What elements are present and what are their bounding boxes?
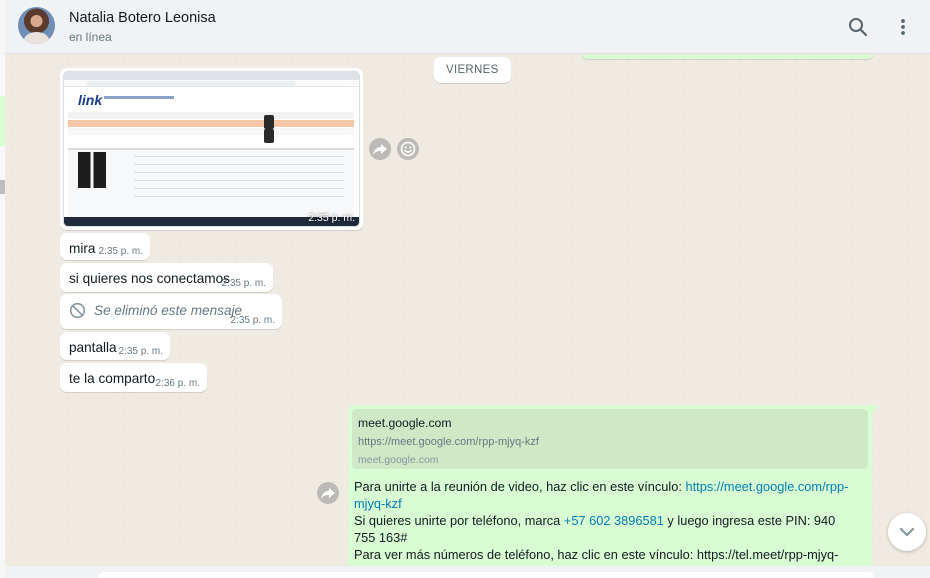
deleted-message[interactable]: Se eliminó este mensaje 2:35 p. m.: [60, 294, 282, 329]
image-thumb: [264, 115, 274, 129]
image-message-time: 2:35 p. m.: [308, 212, 355, 224]
message-time: 2:35 p. m.: [230, 315, 275, 326]
message-input[interactable]: [98, 572, 874, 578]
message-time: 2:36 p. m.: [155, 378, 200, 389]
forward-button[interactable]: [369, 138, 391, 160]
message-time: 2:35 p. m.: [221, 278, 266, 289]
scroll-to-bottom-button[interactable]: [888, 513, 926, 551]
previous-outgoing-bubble: [581, 55, 874, 59]
message-text: te la comparto: [69, 371, 156, 386]
blocked-icon: [69, 302, 86, 319]
contact-name[interactable]: Natalia Botero Leonisa: [69, 10, 216, 26]
image-form-lines: [134, 156, 344, 204]
browser-urlbar: [86, 81, 296, 86]
link-preview-title: meet.google.com: [358, 416, 452, 430]
search-icon[interactable]: [846, 15, 870, 39]
image-message[interactable]: link 2:35 p. m.: [60, 68, 363, 230]
incoming-message[interactable]: pantalla 2:35 p. m.: [60, 332, 170, 360]
incoming-message[interactable]: si quieres nos conectamos 2:35 p. m.: [60, 263, 273, 292]
chat-header[interactable]: Natalia Botero Leonisa en línea: [5, 0, 930, 54]
image-thumb: [264, 129, 274, 143]
message-line1-text: Para unirte a la reunión de video, haz c…: [354, 479, 686, 494]
outgoing-message[interactable]: meet.google.com https://meet.google.com/…: [348, 405, 879, 578]
image-product-photo: [78, 152, 106, 188]
message-text: pantalla: [69, 340, 117, 355]
date-separator: VIERNES: [434, 57, 511, 83]
deleted-message-text: Se eliminó este mensaje: [94, 303, 243, 318]
image-table-row-highlighted: [68, 120, 354, 127]
whatsapp-chat-window: Natalia Botero Leonisa en línea VIERNES …: [0, 0, 930, 578]
app-logo-image: link: [78, 92, 103, 108]
message-line2-text: Si quieres unirte por teléfono, marca: [354, 513, 564, 528]
message-body: Para unirte a la reunión de video, haz c…: [354, 478, 859, 578]
emoji-reaction-button[interactable]: [397, 138, 419, 160]
link-preview-url: https://meet.google.com/rpp-mjyq-kzf: [358, 436, 539, 448]
incoming-message[interactable]: te la comparto 2:36 p. m.: [60, 363, 207, 392]
image-table-row: [68, 128, 354, 135]
message-time: 2:35 p. m.: [98, 246, 143, 257]
message-time: 2:35 p. m.: [118, 346, 163, 357]
link-preview-host: meet.google.com: [358, 454, 439, 466]
image-header-line: [104, 96, 174, 99]
link-preview[interactable]: meet.google.com https://meet.google.com/…: [352, 409, 868, 469]
chevron-down-icon: [899, 527, 915, 537]
message-text: si quieres nos conectamos: [69, 271, 230, 286]
contact-status: en línea: [69, 30, 112, 44]
screenshot-image[interactable]: link: [63, 71, 360, 227]
kebab-menu-icon[interactable]: [891, 15, 915, 39]
message-list[interactable]: VIERNES link 2:35 p. m. mira 2:35 p. m. …: [5, 55, 930, 578]
forward-button[interactable]: [317, 482, 339, 504]
incoming-message[interactable]: mira 2:35 p. m.: [60, 233, 150, 260]
contact-avatar[interactable]: [18, 7, 55, 44]
image-table-row: [68, 112, 354, 119]
message-text: mira: [69, 241, 96, 256]
phone-link[interactable]: +57 602 3896581: [564, 513, 664, 528]
browser-tabbar: [64, 72, 359, 80]
